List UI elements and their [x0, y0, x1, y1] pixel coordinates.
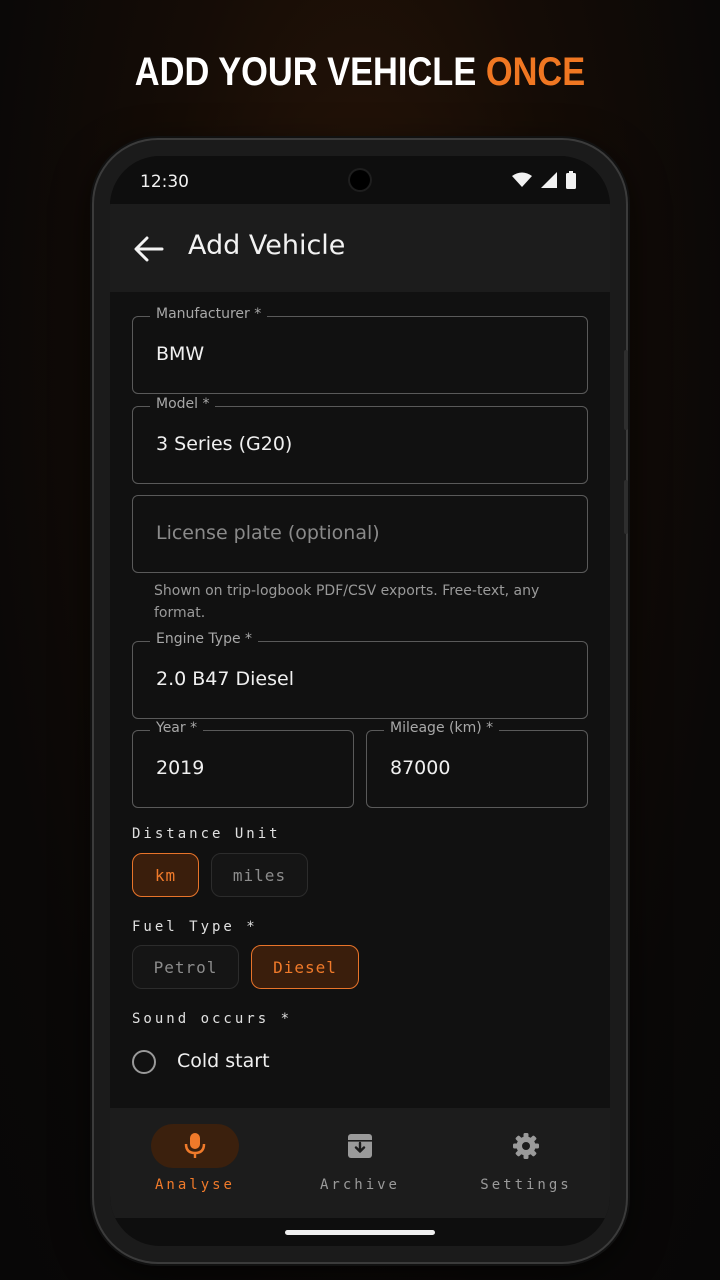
front-camera — [350, 170, 370, 190]
nav-settings-pill[interactable] — [482, 1124, 570, 1168]
distance-unit-km-chip[interactable]: km — [132, 853, 199, 897]
nav-settings-label: Settings — [480, 1177, 572, 1193]
app-bar: Add Vehicle — [110, 204, 610, 292]
distance-unit-miles-chip[interactable]: miles — [211, 853, 308, 897]
signal-icon — [541, 172, 557, 188]
fuel-type-diesel-chip[interactable]: Diesel — [251, 945, 359, 989]
engine-type-field[interactable]: Engine Type * 2.0 B47 Diesel — [132, 631, 588, 719]
nav-archive-label: Archive — [319, 1177, 400, 1193]
license-plate-helper: Shown on trip-logbook PDF/CSV exports. F… — [154, 583, 540, 621]
archive-icon — [348, 1134, 372, 1158]
model-field[interactable]: Model * 3 Series (G20) — [132, 396, 588, 484]
nav-analyse-pill[interactable] — [151, 1124, 239, 1168]
arrow-back-icon[interactable] — [132, 234, 166, 264]
phone-screen: 12:30 Add Vehicle Manufacturer * BMW Mod… — [110, 156, 610, 1246]
power-button — [624, 480, 628, 534]
microphone-icon — [184, 1133, 206, 1158]
fuel-type-label: Fuel Type * — [132, 919, 258, 935]
headline: ADD YOUR VEHICLE ONCE — [50, 50, 669, 95]
wifi-icon — [512, 172, 532, 187]
sound-occurs-label: Sound occurs * — [132, 1011, 293, 1027]
fuel-type-petrol-chip[interactable]: Petrol — [132, 945, 239, 989]
distance-unit-label: Distance Unit — [132, 826, 281, 842]
nav-archive[interactable]: Archive — [290, 1124, 430, 1193]
year-field[interactable]: Year * 2019 — [132, 720, 354, 808]
license-plate-field[interactable]: License plate (optional) — [132, 495, 588, 573]
nav-archive-pill[interactable] — [316, 1124, 404, 1168]
nav-settings[interactable]: Settings — [456, 1124, 596, 1193]
mileage-label: Mileage (km) * — [384, 720, 500, 736]
cold-start-radio[interactable] — [132, 1050, 156, 1074]
status-bar: 12:30 — [110, 156, 610, 204]
battery-icon — [566, 171, 576, 189]
manufacturer-label: Manufacturer * — [150, 306, 268, 322]
mileage-value: 87000 — [390, 757, 451, 779]
nav-analyse-label: Analyse — [154, 1177, 235, 1193]
engine-type-label: Engine Type * — [150, 631, 259, 647]
volume-button — [624, 350, 628, 430]
manufacturer-field[interactable]: Manufacturer * BMW — [132, 306, 588, 394]
gear-icon — [513, 1133, 539, 1159]
year-value: 2019 — [156, 757, 205, 779]
headline-accent: ONCE — [485, 50, 586, 94]
bottom-navigation: Analyse Archive Settings — [110, 1108, 610, 1218]
nav-analyse[interactable]: Analyse — [125, 1124, 265, 1193]
engine-type-value: 2.0 B47 Diesel — [156, 668, 294, 690]
home-indicator[interactable] — [285, 1230, 435, 1235]
year-label: Year * — [150, 720, 204, 736]
phone-frame: 12:30 Add Vehicle Manufacturer * BMW Mod… — [94, 140, 628, 1262]
model-value: 3 Series (G20) — [156, 433, 293, 455]
status-time: 12:30 — [140, 172, 189, 192]
model-label: Model * — [150, 396, 216, 412]
status-icons — [512, 171, 576, 189]
page-title: Add Vehicle — [188, 230, 346, 261]
mileage-field[interactable]: Mileage (km) * 87000 — [366, 720, 588, 808]
cold-start-label[interactable]: Cold start — [177, 1050, 270, 1072]
license-plate-placeholder: License plate (optional) — [156, 522, 380, 544]
form-content: Manufacturer * BMW Model * 3 Series (G20… — [110, 292, 610, 1108]
manufacturer-value: BMW — [156, 343, 205, 365]
headline-prefix: ADD YOUR VEHICLE — [134, 50, 477, 94]
